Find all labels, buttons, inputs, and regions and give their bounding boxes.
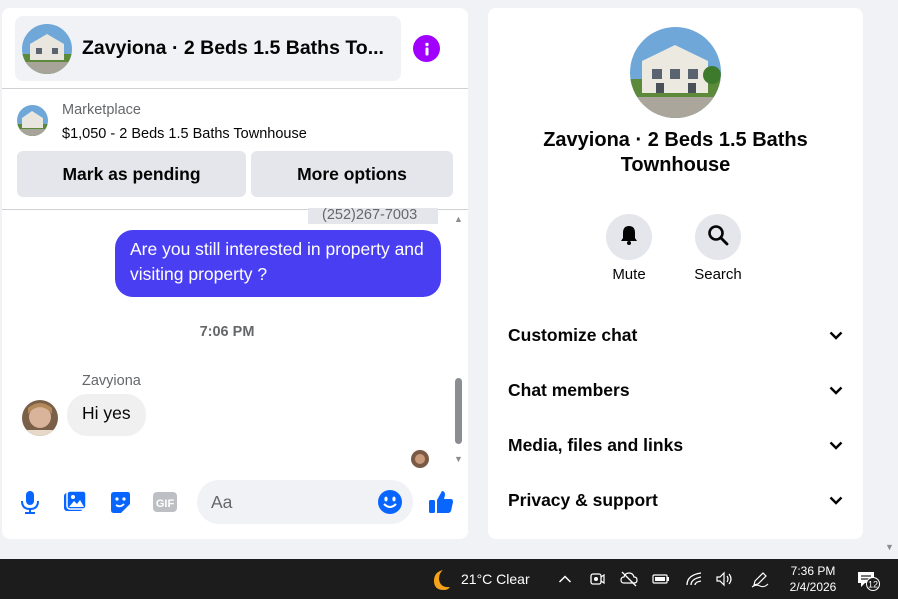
taskbar: 21°C Clear 7:36 PM 2/4/2026 12: [0, 559, 898, 599]
pen-icon[interactable]: [750, 569, 770, 589]
search-label: Search: [694, 266, 742, 283]
chevron-down-icon: [829, 493, 843, 507]
scroll-up-arrow[interactable]: ▲: [454, 214, 463, 224]
section-label: Privacy & support: [508, 489, 658, 510]
conversation-info-panel: Zavyiona · 2 Beds 1.5 Baths Townhouse Mu…: [488, 8, 863, 539]
search-button[interactable]: [695, 214, 741, 260]
seen-receipt-avatar: [411, 450, 429, 468]
volume-icon[interactable]: [715, 569, 735, 589]
outgoing-message-bubble[interactable]: Are you still interested in property and…: [115, 230, 441, 297]
chevron-up-icon[interactable]: [555, 569, 575, 589]
sender-avatar[interactable]: [22, 400, 58, 436]
listing-price-title[interactable]: $1,050 - 2 Beds 1.5 Baths Townhouse: [62, 126, 307, 142]
moon-icon[interactable]: [428, 568, 452, 592]
conversation-avatar[interactable]: [630, 27, 721, 118]
gif-label: GIF: [156, 498, 175, 510]
conversation-title: Zavyiona · 2 Beds 1.5 Baths Townhouse: [543, 129, 808, 176]
search-icon: [707, 224, 729, 251]
cloud-off-icon[interactable]: [619, 569, 639, 589]
scroll-down-arrow[interactable]: ▼: [454, 454, 463, 464]
media-files-links-section[interactable]: Media, files and links: [508, 425, 843, 465]
message-input[interactable]: [211, 490, 361, 514]
notification-icon[interactable]: 12: [856, 569, 880, 591]
like-icon[interactable]: [427, 488, 455, 516]
customize-chat-section[interactable]: Customize chat: [508, 315, 843, 355]
chat-title-button[interactable]: Zavyiona · 2 Beds 1.5 Baths To...: [15, 16, 401, 81]
gif-icon[interactable]: GIF: [151, 488, 179, 516]
chat-header: Zavyiona · 2 Beds 1.5 Baths To...: [2, 8, 468, 89]
mute-button[interactable]: [606, 214, 652, 260]
weather-text[interactable]: 21°C Clear: [461, 571, 530, 587]
section-label: Chat members: [508, 379, 630, 400]
section-label: Customize chat: [508, 324, 638, 345]
privacy-support-section[interactable]: Privacy & support: [508, 480, 843, 520]
mark-as-pending-button[interactable]: Mark as pending: [17, 151, 246, 197]
message-input-container[interactable]: [197, 480, 413, 524]
marketplace-banner: Marketplace $1,050 - 2 Beds 1.5 Baths To…: [2, 88, 468, 210]
meet-now-icon[interactable]: [587, 569, 607, 589]
listing-avatar: [22, 23, 72, 74]
section-label: Media, files and links: [508, 434, 684, 455]
composer: GIF: [2, 472, 468, 539]
marketplace-listing-thumbnail[interactable]: [17, 105, 48, 136]
chevron-down-icon: [829, 383, 843, 397]
notification-count: 12: [868, 580, 878, 590]
chat-title: Zavyiona · 2 Beds 1.5 Baths To...: [82, 37, 384, 59]
chat-panel: Zavyiona · 2 Beds 1.5 Baths To... Market…: [2, 8, 468, 539]
emoji-icon[interactable]: [377, 489, 403, 515]
bell-icon: [618, 224, 640, 251]
wifi-icon[interactable]: [684, 569, 704, 589]
page-scroll-down-arrow[interactable]: ▼: [885, 542, 894, 552]
chevron-down-icon: [829, 438, 843, 452]
chevron-down-icon: [829, 328, 843, 342]
mic-icon[interactable]: [16, 488, 44, 516]
mute-label: Mute: [612, 266, 646, 283]
message-list[interactable]: (252)267-7003 Are you still interested i…: [2, 208, 468, 472]
clock[interactable]: 7:36 PM 2/4/2026: [788, 563, 838, 595]
sender-name: Zavyiona: [82, 373, 141, 389]
clock-time: 7:36 PM: [790, 564, 836, 578]
time-separator: 7:06 PM: [199, 324, 255, 340]
partial-message: (252)267-7003: [308, 208, 438, 224]
scrollbar-thumb[interactable]: [455, 378, 462, 444]
incoming-message-bubble[interactable]: Hi yes: [67, 394, 146, 436]
clock-date: 2/4/2026: [789, 580, 837, 594]
marketplace-label: Marketplace: [62, 102, 141, 118]
photo-icon[interactable]: [61, 488, 89, 516]
sticker-icon[interactable]: [106, 488, 134, 516]
battery-icon[interactable]: [651, 569, 671, 589]
info-icon[interactable]: [413, 35, 440, 62]
more-options-button[interactable]: More options: [251, 151, 453, 197]
chat-members-section[interactable]: Chat members: [508, 370, 843, 410]
